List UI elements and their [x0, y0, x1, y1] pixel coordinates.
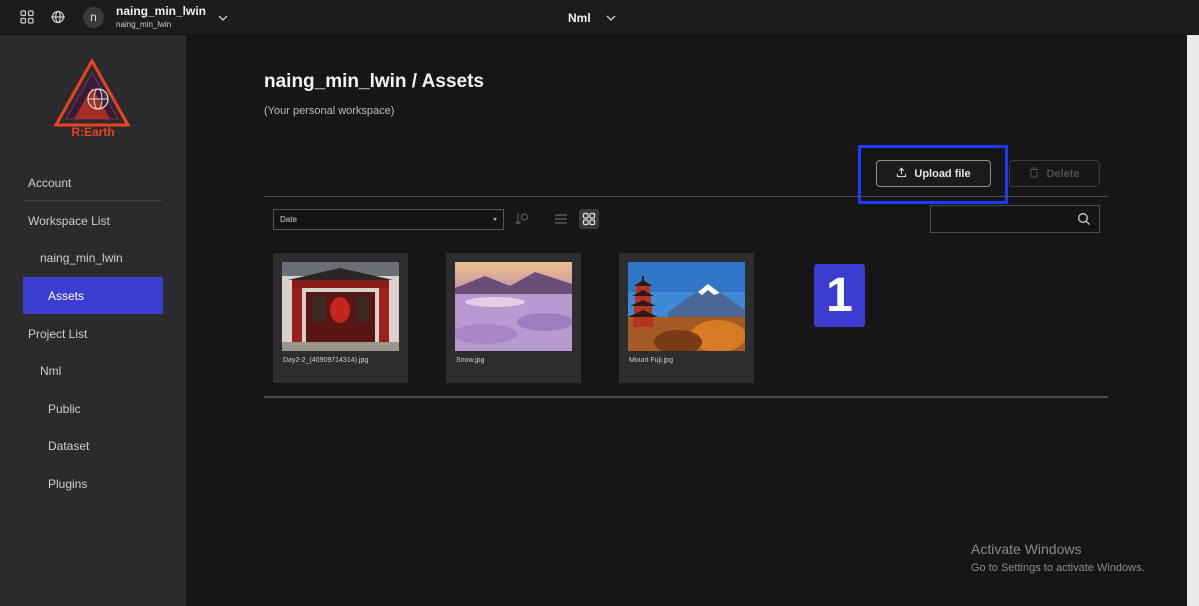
asset-card[interactable]: Snow.jpg — [446, 253, 581, 383]
asset-card[interactable]: Day2-2_(40909714314).jpg — [273, 253, 408, 383]
activate-windows-title: Activate Windows — [971, 541, 1082, 557]
sort-select-value: Date — [280, 215, 297, 224]
asset-card[interactable]: Mount Fuji.jpg — [619, 253, 754, 383]
apps-grid-icon[interactable] — [19, 9, 35, 25]
grid-view-icon — [581, 211, 597, 232]
scrollbar-track[interactable] — [1187, 35, 1199, 606]
sidebar-item-dataset[interactable]: Dataset — [48, 439, 89, 453]
globe-icon[interactable] — [50, 9, 66, 25]
caret-down-icon — [493, 218, 497, 221]
asset-thumbnail-mount-fuji — [628, 262, 745, 351]
top-bar: n naing_min_lwin naing_min_lwin Nml — [0, 0, 1199, 35]
sidebar-item-project[interactable]: Nml — [40, 364, 61, 378]
grid-view-toggle[interactable] — [579, 209, 599, 229]
sidebar-item-assets[interactable]: Assets — [48, 289, 84, 303]
trash-icon — [1029, 167, 1039, 181]
user-name[interactable]: naing_min_lwin — [116, 4, 206, 18]
logo-text: R:Earth — [71, 125, 115, 139]
asset-filename: Mount Fuji.jpg — [629, 357, 673, 364]
sidebar-item-plugins[interactable]: Plugins — [48, 477, 87, 491]
sidebar-item-workspace[interactable]: naing_min_lwin — [40, 251, 123, 265]
upload-icon — [896, 167, 907, 181]
page-subtitle: (Your personal workspace) — [264, 105, 395, 117]
delete-label: Delete — [1046, 167, 1080, 180]
divider — [23, 200, 163, 201]
sidebar-item-assets-active[interactable] — [23, 277, 163, 314]
sidebar-item-account[interactable]: Account — [28, 176, 71, 190]
asset-thumbnail-temple-gate — [282, 262, 399, 351]
sidebar-item-public[interactable]: Public — [48, 402, 81, 416]
chevron-down-icon[interactable] — [217, 11, 229, 23]
project-selector[interactable]: Nml — [568, 11, 591, 25]
page-title: naing_min_lwin / Assets — [264, 71, 484, 92]
user-subtitle: naing_min_lwin — [116, 20, 172, 29]
sort-order-icon[interactable] — [514, 211, 530, 227]
sort-select[interactable]: Date — [273, 209, 504, 230]
upload-file-button[interactable]: Upload file — [876, 160, 991, 187]
upload-file-label: Upload file — [914, 167, 971, 180]
divider — [264, 196, 1108, 197]
search-input[interactable] — [930, 205, 1100, 233]
delete-button[interactable]: Delete — [1009, 160, 1100, 187]
asset-filename: Snow.jpg — [456, 357, 485, 364]
asset-filename: Day2-2_(40909714314).jpg — [283, 357, 369, 364]
list-view-icon[interactable] — [553, 211, 569, 227]
sidebar: R:Earth Account Workspace List naing_min… — [0, 35, 186, 606]
asset-thumbnail-snow — [455, 262, 572, 351]
activate-windows-subtitle: Go to Settings to activate Windows. — [971, 562, 1145, 574]
chevron-down-icon[interactable] — [605, 11, 617, 23]
sidebar-item-project-list[interactable]: Project List — [28, 327, 87, 341]
avatar[interactable]: n — [83, 7, 104, 28]
step-number-badge: 1 — [814, 264, 865, 327]
sidebar-item-workspace-list[interactable]: Workspace List — [28, 214, 110, 228]
search-icon[interactable] — [1077, 212, 1091, 226]
divider — [264, 396, 1108, 398]
